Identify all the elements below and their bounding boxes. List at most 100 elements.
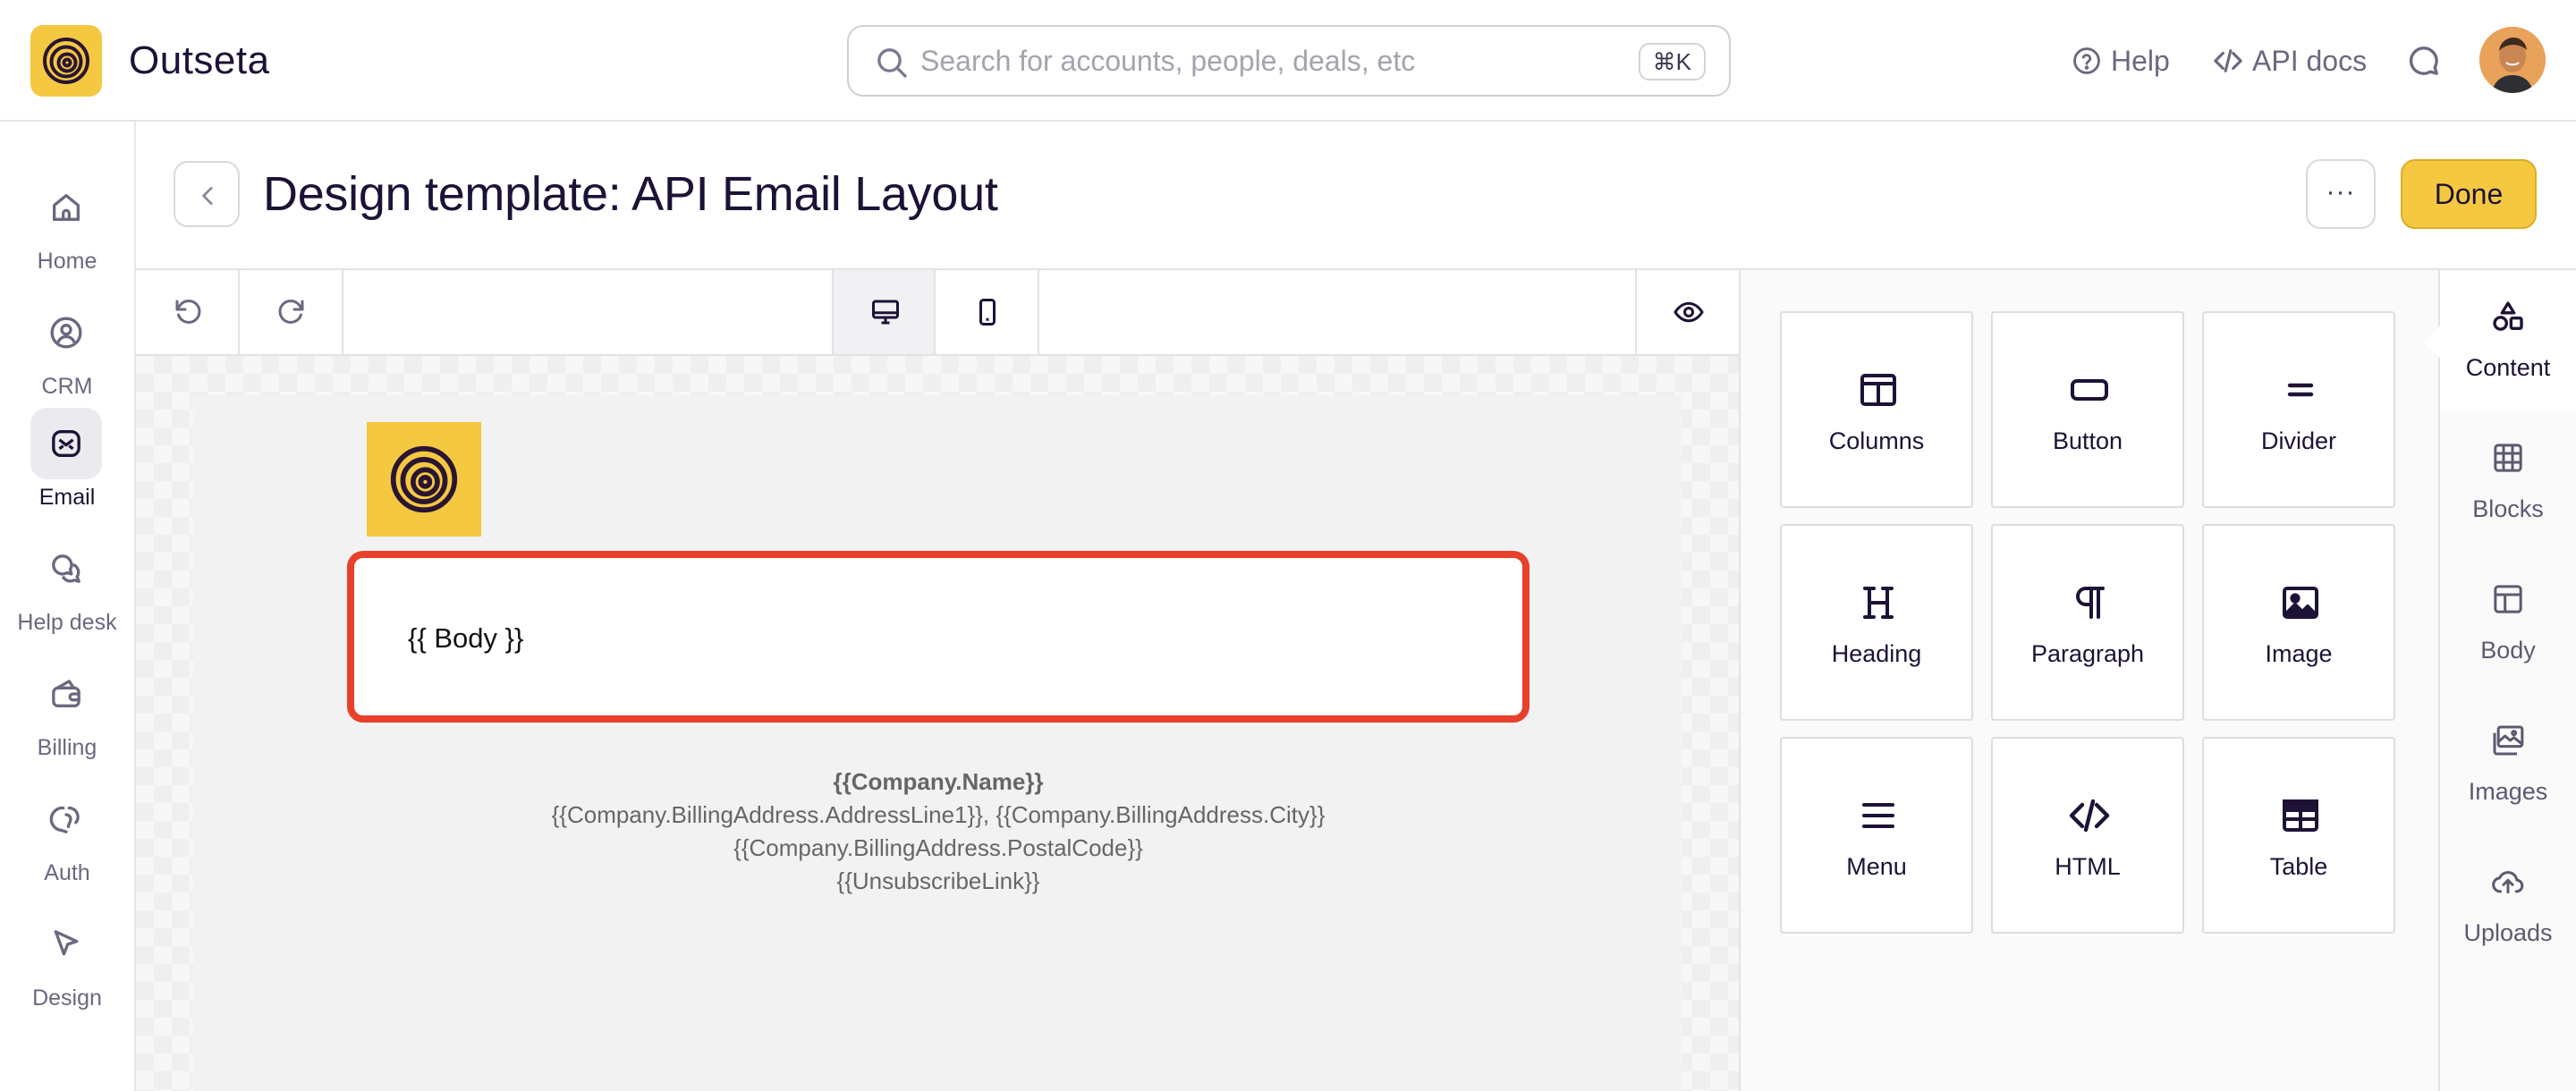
more-options-button[interactable]: ···: [2306, 159, 2376, 229]
help-link-label: Help: [2111, 45, 2170, 77]
auth-icon: [49, 806, 80, 833]
api-docs-link[interactable]: API docs: [2213, 39, 2367, 82]
nav-item-email[interactable]: Email: [0, 404, 134, 515]
active-pointer: [2424, 326, 2440, 358]
page-title: Design template: API Email Layout: [263, 167, 998, 221]
nav-item-crm[interactable]: CRM: [0, 293, 134, 404]
heading-icon: [1863, 587, 1894, 619]
right-rail: Content Blocks Body Images Uploads: [2424, 268, 2576, 1091]
desktop-icon: [872, 300, 899, 325]
nav-item-auth[interactable]: Auth: [0, 780, 134, 891]
undo-button[interactable]: [136, 270, 240, 354]
images-icon: [2493, 725, 2524, 756]
email-footer[interactable]: {{Company.Name}} {{Company.BillingAddres…: [347, 765, 1530, 898]
app-name: Outseta: [129, 38, 270, 82]
nav-item-label: Billing: [37, 735, 97, 760]
help-link[interactable]: Help: [2072, 39, 2170, 82]
nav-item-design[interactable]: Design: [0, 905, 134, 1016]
tile-heading[interactable]: Heading: [1780, 524, 1973, 721]
tile-image[interactable]: Image: [2202, 524, 2395, 721]
tile-label: Heading: [1831, 640, 1922, 667]
tile-html[interactable]: HTML: [1991, 737, 2184, 934]
chat-bubble-icon[interactable]: [2406, 43, 2442, 79]
back-button[interactable]: [174, 161, 240, 227]
rail-item-label: Images: [2468, 778, 2548, 805]
body-content-block[interactable]: {{ Body }}: [347, 551, 1530, 723]
crm-icon: [50, 317, 82, 349]
paragraph-icon: [2076, 587, 2105, 619]
footer-postal-code: {{Company.BillingAddress.PostalCode}}: [733, 834, 1143, 861]
rail-item-body[interactable]: Body: [2440, 553, 2576, 694]
top-bar: Outseta ⌘K Help API docs: [0, 0, 2576, 122]
global-search[interactable]: ⌘K: [847, 25, 1731, 97]
table-icon: [2283, 799, 2318, 832]
rail-item-label: Blocks: [2472, 495, 2544, 522]
desktop-view-button[interactable]: [832, 270, 936, 354]
button-icon: [2071, 379, 2108, 401]
nav-item-billing[interactable]: Billing: [0, 655, 134, 765]
mobile-view-button[interactable]: [936, 270, 1039, 354]
tile-label: Button: [2052, 427, 2123, 454]
nav-item-label: Auth: [44, 860, 90, 885]
rail-item-label: Body: [2480, 637, 2536, 664]
tile-menu[interactable]: Menu: [1780, 737, 1973, 934]
tile-label: Table: [2269, 853, 2328, 880]
rail-item-label: Uploads: [2463, 919, 2553, 946]
search-shortcut-badge: ⌘K: [1638, 43, 1706, 80]
footer-unsubscribe-link: {{UnsubscribeLink}}: [836, 867, 1040, 894]
shapes-icon: [2493, 301, 2523, 331]
user-avatar[interactable]: [2479, 27, 2546, 93]
tile-button[interactable]: Button: [1991, 311, 2184, 508]
rail-item-uploads[interactable]: Uploads: [2440, 835, 2576, 977]
email-logo-image[interactable]: [367, 422, 481, 537]
upload-cloud-icon: [2492, 871, 2524, 894]
nav-item-label: Design: [32, 985, 102, 1011]
tile-columns[interactable]: Columns: [1780, 311, 1973, 508]
eye-icon: [1674, 301, 1704, 323]
rail-item-images[interactable]: Images: [2440, 694, 2576, 835]
design-icon: [54, 930, 79, 956]
footer-company-name: {{Company.Name}}: [833, 768, 1044, 795]
tile-label: Divider: [2260, 427, 2337, 454]
billing-icon: [52, 680, 80, 707]
editor-canvas: {{ Body }} {{Company.Name}} {{Company.Bi…: [136, 356, 1739, 1091]
menu-icon: [1862, 803, 1894, 828]
tile-label: Menu: [1846, 853, 1907, 880]
editor-toolbar: [136, 270, 1739, 356]
tile-paragraph[interactable]: Paragraph: [1991, 524, 2184, 721]
nav-item-home[interactable]: Home: [0, 168, 134, 279]
body-placeholder-text: {{ Body }}: [408, 622, 524, 654]
blocks-icon: [2494, 444, 2522, 472]
home-icon: [53, 194, 80, 221]
redo-button[interactable]: [240, 270, 343, 354]
nav-item-label: Home: [37, 249, 97, 274]
html-icon: [2069, 799, 2110, 833]
tile-divider[interactable]: Divider: [2202, 311, 2395, 508]
nav-item-help-desk[interactable]: Help desk: [0, 529, 134, 640]
body-icon: [2494, 585, 2522, 613]
search-icon: [877, 48, 907, 78]
email-preview: {{ Body }} {{Company.Name}} {{Company.Bi…: [193, 395, 1682, 1091]
outseta-logo-icon[interactable]: [30, 25, 102, 97]
columns-icon: [1860, 374, 1896, 406]
left-nav: Home CRM Email Help desk Billing Auth De…: [0, 122, 136, 1091]
footer-address-line: {{Company.BillingAddress.AddressLine1}},…: [551, 801, 1326, 828]
search-input[interactable]: [920, 38, 1564, 84]
rail-item-label: Content: [2465, 354, 2551, 381]
redo-icon: [278, 299, 304, 324]
tile-table[interactable]: Table: [2202, 737, 2395, 934]
nav-item-label: CRM: [41, 374, 93, 399]
done-button[interactable]: Done: [2401, 159, 2537, 229]
rail-item-blocks[interactable]: Blocks: [2440, 411, 2576, 553]
tile-label: Columns: [1828, 427, 1925, 454]
chevron-left-icon: [202, 186, 213, 206]
tile-label: Paragraph: [2030, 640, 2145, 667]
nav-item-label: Email: [38, 485, 96, 510]
rail-item-content[interactable]: Content: [2424, 270, 2576, 411]
preview-button[interactable]: [1635, 270, 1739, 354]
content-panel: Columns Button Divider Heading Paragraph…: [1739, 268, 2438, 1091]
code-icon: [2214, 49, 2242, 72]
help-circle-icon: [2073, 47, 2100, 74]
email-icon: [52, 430, 80, 457]
nav-item-label: Help desk: [17, 610, 117, 635]
